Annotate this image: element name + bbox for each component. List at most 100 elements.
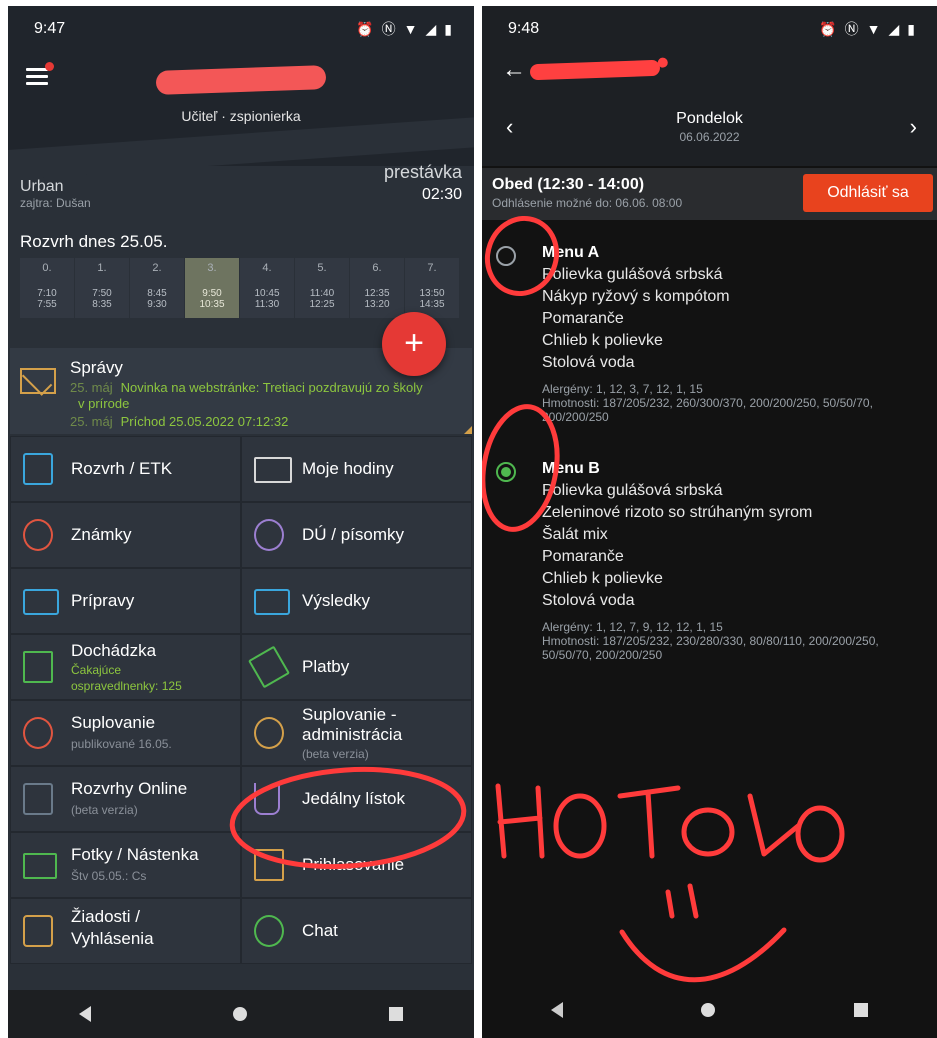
- schedule-slot[interactable]: 3. 9:50 10:35: [185, 258, 239, 318]
- status-bar: 9:48 ⏰ Ⓝ ▼ ◢ ▮: [482, 6, 937, 52]
- tile-jedalny-listok[interactable]: Jedálny lístok: [241, 766, 472, 832]
- radio-menu-b[interactable]: [496, 462, 516, 482]
- home-icon[interactable]: [701, 1003, 716, 1017]
- allergens: Alergény: 1, 12, 7, 9, 12, 12, 1, 15: [542, 620, 723, 634]
- person-gear-icon: [254, 717, 284, 749]
- handwriting-stroke: [553, 793, 607, 859]
- slot-end: 7:55: [37, 299, 57, 310]
- back-arrow-icon[interactable]: ←: [502, 56, 526, 84]
- slot-number: 1.: [97, 262, 107, 274]
- photo-icon: [23, 853, 57, 879]
- slot-start: 7:50: [92, 288, 112, 299]
- lunch-bar: Obed (12:30 - 14:00) Odhlásenie možné do…: [482, 168, 937, 220]
- clock-icon: [254, 519, 284, 551]
- slot-end: 9:30: [147, 299, 167, 310]
- tile-suplovanie-admin[interactable]: Suplovanie - administrácia (beta verzia): [241, 700, 472, 766]
- schedule-slot[interactable]: 7. 13:50 14:35: [405, 258, 459, 318]
- right-phone-screen: 9:48 ⏰ Ⓝ ▼ ◢ ▮ ← ‹ Pondelok 06.06.2022 ›…: [482, 6, 937, 1038]
- slot-number: 5.: [317, 262, 327, 274]
- back-icon[interactable]: [551, 1002, 564, 1018]
- slot-number: 3.: [207, 262, 217, 274]
- messages-title: Správy: [70, 358, 123, 377]
- tile-platby[interactable]: Platby: [241, 634, 472, 700]
- schedule-slot[interactable]: 4. 10:45 11:30: [240, 258, 294, 318]
- schedule-slot[interactable]: 2. 8:45 9:30: [130, 258, 184, 318]
- handwriting-stroke: [747, 793, 801, 857]
- tile-ziadosti[interactable]: Žiadosti / Vyhlásenia: [10, 898, 241, 964]
- handwriting-stroke: [681, 807, 735, 857]
- handwriting-stroke: [495, 783, 545, 859]
- sign-out-button[interactable]: Odhlásiť sa: [803, 174, 933, 212]
- tile-prihlasovanie[interactable]: Prihlasovanie: [241, 832, 472, 898]
- schedule-slot[interactable]: 5. 11:40 12:25: [295, 258, 349, 318]
- corner-marker: [464, 426, 472, 434]
- alarm-icon: ⏰: [356, 20, 374, 37]
- weights: Hmotnosti: 187/205/232, 260/300/370, 200…: [542, 396, 873, 424]
- smile-eye: [665, 889, 675, 919]
- recents-icon[interactable]: [853, 1003, 868, 1017]
- menu-item: Nákyp ryžový s kompótom: [542, 288, 730, 305]
- tile-vysledky[interactable]: Výsledky: [241, 568, 472, 634]
- break-countdown: 02:30: [421, 186, 462, 203]
- slot-number: 6.: [372, 262, 382, 274]
- redacted-name: [529, 59, 661, 81]
- duty-tomorrow: zajtra: Dušan: [20, 196, 91, 210]
- slot-end: 13:20: [364, 299, 390, 310]
- tile-rozvrh[interactable]: Rozvrh / ETK: [10, 436, 241, 502]
- slot-end: 11:30: [254, 299, 280, 310]
- schedule-slot[interactable]: 1. 7:50 8:35: [75, 258, 129, 318]
- slot-number: 7.: [427, 262, 437, 274]
- duty-teacher: Urban: [20, 178, 64, 195]
- cutlery-icon: [254, 783, 280, 815]
- signal-icon: ◢: [888, 20, 900, 37]
- grade-icon: [23, 519, 53, 551]
- break-label: prestávka: [383, 162, 462, 182]
- nav-bar: [482, 982, 937, 1038]
- tile-pripravy[interactable]: Prípravy: [10, 568, 241, 634]
- tile-du-pisomky[interactable]: DÚ / písomky: [241, 502, 472, 568]
- notification-dot: [45, 62, 54, 71]
- tile-dochadzka[interactable]: Dochádzka Čakajúce ospravedlnenky: 125: [10, 634, 241, 700]
- menu-item: Stolová voda: [542, 354, 635, 371]
- lunch-title: Obed (12:30 - 14:00): [492, 176, 645, 193]
- menu-item: Stolová voda: [542, 592, 635, 609]
- home-icon[interactable]: [233, 1007, 247, 1021]
- tile-chat[interactable]: Chat: [241, 898, 472, 964]
- recents-icon[interactable]: [389, 1007, 403, 1021]
- schedule-slot[interactable]: 0. 7:10 7:55: [20, 258, 74, 318]
- signal-icon: ◢: [425, 20, 437, 37]
- next-day-icon[interactable]: ›: [910, 114, 917, 140]
- menu-item: Chlieb k polievke: [542, 570, 663, 587]
- stamp-icon: [23, 915, 53, 947]
- message-line: v prírode: [78, 396, 130, 411]
- schedule-title: Rozvrh dnes 25.05.: [20, 232, 168, 251]
- chart-icon: [254, 589, 290, 615]
- menu-icon[interactable]: [26, 62, 54, 85]
- wifi-icon: ▼: [403, 21, 418, 37]
- day-date: 06.06.2022: [679, 130, 740, 144]
- status-bar: 9:47 ⏰ Ⓝ ▼ ◢ ▮: [8, 6, 474, 52]
- briefcase-icon: [23, 589, 59, 615]
- person-icon: [23, 717, 53, 749]
- add-button[interactable]: +: [382, 312, 446, 376]
- clipboard-icon: [254, 849, 284, 881]
- wifi-icon: ▼: [866, 21, 881, 37]
- menu-item: Polievka gulášová srbská: [542, 482, 723, 499]
- left-phone-screen: 9:47 ⏰ Ⓝ ▼ ◢ ▮ Učiteľ · zspionierka Urba…: [8, 6, 474, 1038]
- schedule-slot[interactable]: 6. 12:35 13:20: [350, 258, 404, 318]
- slot-end: 14:35: [419, 299, 445, 310]
- tile-moje-hodiny[interactable]: Moje hodiny: [241, 436, 472, 502]
- tile-znamky[interactable]: Známky: [10, 502, 241, 568]
- lunch-deadline: Odhlásenie možné do: 06.06. 08:00: [492, 196, 683, 210]
- slot-start: 9:50: [202, 288, 222, 299]
- tile-suplovanie[interactable]: Suplovanie publikované 16.05.: [10, 700, 241, 766]
- tile-fotky[interactable]: Fotky / Nástenka Štv 05.05.: Cs: [10, 832, 241, 898]
- nav-bar: [8, 990, 474, 1038]
- attendance-icon: [23, 651, 53, 683]
- slot-start: 11:40: [309, 288, 335, 299]
- schedule-strip[interactable]: 0. 7:10 7:55 1. 7:50 8:35 2. 8:45 9:30 3. 9:50 10:3…: [20, 258, 460, 318]
- tile-rozvrhy-online[interactable]: Rozvrhy Online (beta verzia): [10, 766, 241, 832]
- back-icon[interactable]: [79, 1006, 91, 1022]
- radio-menu-a[interactable]: [496, 246, 516, 266]
- handwriting-stroke: [617, 785, 681, 859]
